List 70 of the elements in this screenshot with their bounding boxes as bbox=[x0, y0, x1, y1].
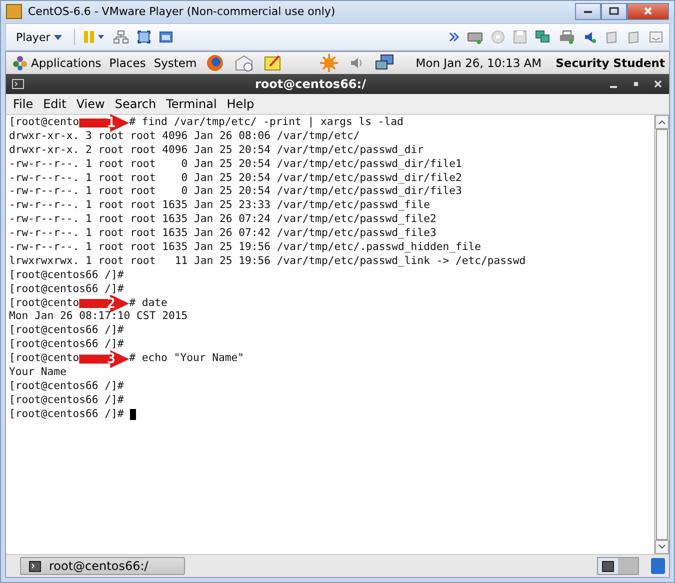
terminal-menu-item[interactable]: Help bbox=[222, 97, 260, 111]
terminal-line: -rw-r--r--. 1 root root 1635 Jan 26 07:24 /var/tmp/etc/passwd_file2 bbox=[9, 213, 436, 228]
terminal-line: [root@centos66 /]# bbox=[9, 408, 124, 422]
workspace-switcher[interactable] bbox=[597, 557, 639, 575]
terminal-line: -rw-r--r--. 1 root root 1635 Jan 25 19:56 /var/tmp/etc/.passwd_hidden_file bbox=[9, 241, 481, 255]
notepad-icon[interactable] bbox=[264, 54, 282, 72]
pause-button[interactable] bbox=[82, 30, 105, 44]
device-icon[interactable] bbox=[605, 30, 619, 44]
terminal-menu-item[interactable]: Terminal bbox=[161, 97, 222, 111]
minimize-button[interactable] bbox=[575, 2, 601, 20]
taskbar-button[interactable]: root@centos66:/ bbox=[20, 557, 185, 575]
terminal-line: [root@cento bbox=[9, 296, 80, 310]
terminal-line: # echo "Your Name" bbox=[129, 352, 244, 366]
fullscreen-icon[interactable] bbox=[136, 30, 151, 44]
terminal-line: # find /var/tmp/etc/ -print | xargs ls -lad bbox=[129, 116, 404, 130]
close-icon[interactable] bbox=[653, 79, 663, 89]
terminal-menu-item[interactable]: View bbox=[71, 97, 110, 111]
unity-window-icon[interactable] bbox=[158, 30, 173, 44]
close-icon bbox=[643, 6, 653, 16]
panel-menu[interactable]: System bbox=[152, 56, 199, 70]
panel-menu[interactable]: Applications bbox=[10, 55, 104, 71]
maximize-icon bbox=[609, 7, 619, 15]
terminal-line: [root@centos66 /]# bbox=[9, 324, 124, 338]
terminal-line: -rw-r--r--. 1 root root 0 Jan 25 20:54 /var/tmp/etc/passwd_dir/file3 bbox=[9, 185, 462, 200]
terminal-line: -rw-r--r--. 1 root root 0 Jan 25 20:54 /var/tmp/etc/passwd_dir/file2 bbox=[9, 172, 462, 186]
caret-icon bbox=[54, 34, 62, 40]
terminal-line: [root@centos66 /]# bbox=[9, 338, 124, 352]
terminal-menu-item[interactable]: File bbox=[8, 97, 38, 111]
close-button[interactable] bbox=[627, 2, 669, 20]
terminal-menu-item[interactable]: Search bbox=[110, 97, 162, 111]
terminal-menu-item[interactable]: Edit bbox=[38, 97, 72, 111]
app-logo-icon bbox=[6, 4, 22, 18]
terminal-line: [root@cento bbox=[9, 352, 80, 366]
text-cursor bbox=[130, 409, 136, 420]
terminal-icon bbox=[602, 560, 614, 572]
terminal-icon bbox=[29, 560, 41, 572]
chevron-icon[interactable] bbox=[449, 32, 459, 42]
terminal-line: drwxr-xr-x. 2 root root 4096 Jan 25 20:54 /var/tmp/etc/passwd_dir bbox=[9, 144, 424, 158]
terminal-line: lrwxrwxrwx. 1 root root 11 Jan 25 19:56 /var/tmp/etc/passwd_link -> /etc/passwd bbox=[9, 254, 526, 269]
terminal-line: [root@centos66 /]# bbox=[9, 394, 124, 408]
terminal-line: -rw-r--r--. 1 root root 1635 Jan 25 23:33 /var/tmp/etc/passwd_file bbox=[9, 199, 430, 214]
maximize-button[interactable] bbox=[601, 2, 627, 20]
terminal-title: root@centos66:/ bbox=[254, 77, 367, 91]
minimize-icon bbox=[583, 8, 593, 14]
terminal-line: -rw-r--r--. 1 root root 0 Jan 25 20:54 /var/tmp/etc/passwd_dir/file1 bbox=[9, 158, 462, 172]
message-icon[interactable] bbox=[649, 30, 663, 44]
terminal-line: [root@centos66 /]# bbox=[9, 380, 124, 394]
terminal-line: [root@centos66 /]# bbox=[9, 282, 124, 297]
user-name[interactable]: Security Student bbox=[556, 56, 665, 70]
terminal-line: [root@centos66 /]# bbox=[9, 268, 124, 283]
network-devices-icon[interactable] bbox=[112, 30, 129, 44]
printer-icon[interactable] bbox=[559, 30, 575, 44]
player-menu-button[interactable]: Player bbox=[12, 30, 66, 44]
terminal-line: Your Name bbox=[9, 366, 66, 380]
terminal-line: [root@cento bbox=[9, 116, 80, 130]
clock-text[interactable]: Mon Jan 26, 10:13 AM bbox=[416, 56, 542, 70]
terminal-line: -rw-r--r--. 1 root root 1635 Jan 26 07:42 /var/tmp/etc/passwd_file3 bbox=[9, 227, 436, 242]
scrollbar[interactable] bbox=[654, 115, 669, 554]
sound-card-icon[interactable] bbox=[583, 30, 597, 44]
terminal-line: Mon Jan 26 08:17:10 CST 2015 bbox=[9, 310, 188, 324]
panel-menu[interactable]: Places bbox=[107, 56, 148, 70]
flower-icon bbox=[12, 55, 28, 71]
terminal-line: # date bbox=[129, 296, 168, 310]
network-adapter-icon[interactable] bbox=[535, 30, 551, 44]
network-computers-icon[interactable] bbox=[374, 54, 395, 72]
maximize-icon[interactable] bbox=[631, 79, 641, 89]
window-title: CentOS-6.6 - VMware Player (Non-commercial use only) bbox=[28, 4, 336, 18]
terminal-icon bbox=[12, 79, 24, 89]
terminal-line: drwxr-xr-x. 3 root root 4096 Jan 26 08:06 /var/tmp/etc/ bbox=[9, 130, 360, 144]
device-icon[interactable] bbox=[627, 30, 641, 44]
